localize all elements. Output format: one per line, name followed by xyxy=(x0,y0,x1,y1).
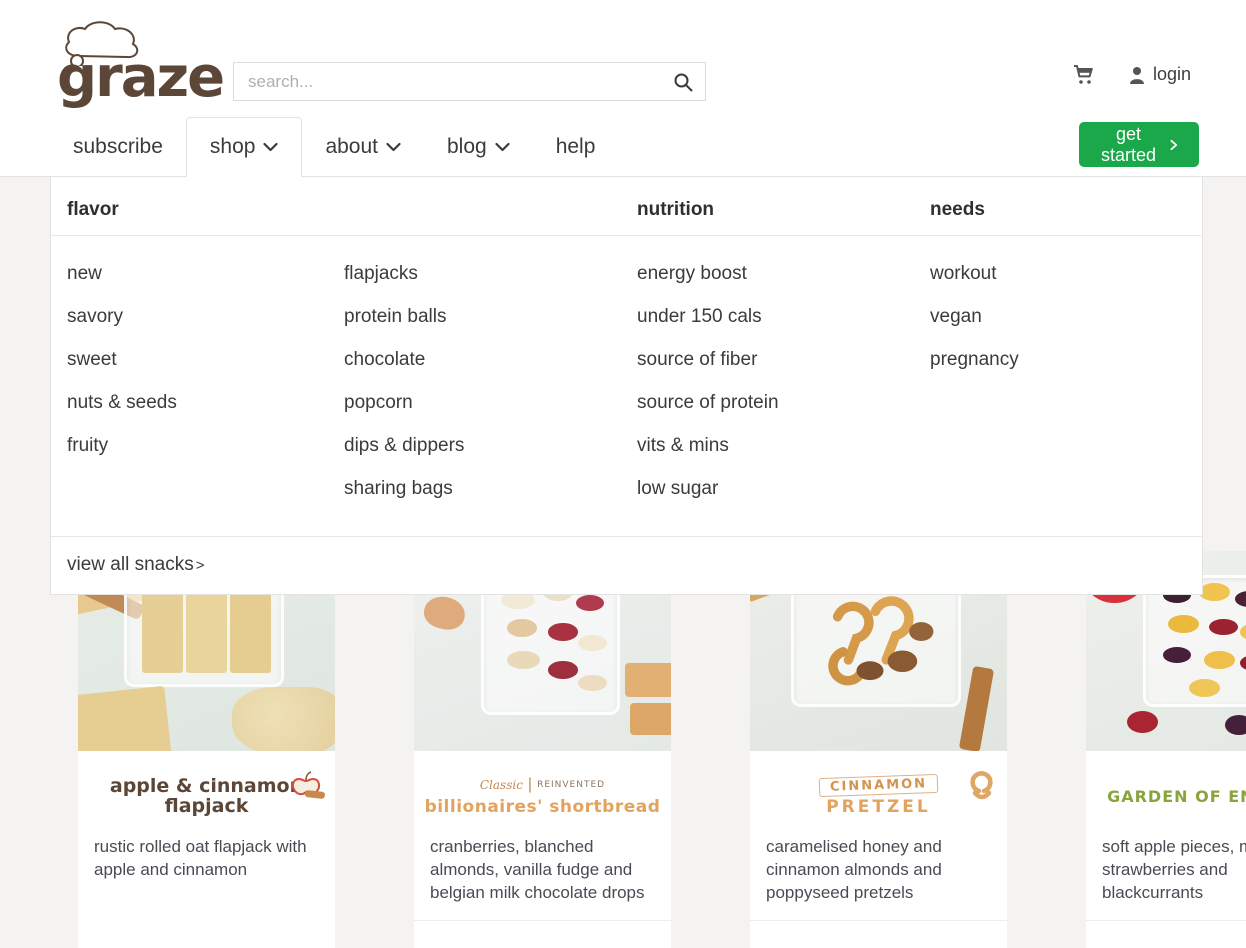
product-grid: apple & cinnamon flapjack rustic rolled … xyxy=(78,551,1246,948)
product-logo: apple & cinnamon flapjack xyxy=(78,765,335,827)
login-button[interactable]: login xyxy=(1129,64,1191,85)
product-logo: CINNAMON PRETZEL xyxy=(750,765,1007,827)
main-nav: subscribe shop about blog help xyxy=(0,117,1246,177)
mega-column-flavor-2: flapjacks protein balls chocolate popcor… xyxy=(344,252,637,510)
mega-link-new[interactable]: new xyxy=(67,252,344,295)
chevron-right-icon: > xyxy=(195,557,205,574)
product-logo-line1: GARDEN OF ENGLAND xyxy=(1107,786,1246,806)
nav-label-help: help xyxy=(555,135,596,158)
product-logo-line2: flapjack xyxy=(164,795,249,817)
product-card-footer xyxy=(750,920,1007,948)
nav-item-about[interactable]: about xyxy=(302,117,424,177)
brand-logo[interactable]: graze xyxy=(57,16,227,108)
mega-header-nutrition: nutrition xyxy=(637,199,715,220)
mega-link-fruity[interactable]: fruity xyxy=(67,424,344,467)
search-button[interactable] xyxy=(661,63,705,100)
shop-mega-menu: flavor nutrition needs new savory sweet … xyxy=(50,177,1203,595)
product-logo-line1: CINNAMON xyxy=(818,773,939,797)
mega-link-workout[interactable]: workout xyxy=(930,252,1188,295)
product-description: soft apple pieces, mini strawberries and… xyxy=(1102,837,1246,902)
pretzel-icon xyxy=(970,771,993,800)
mega-link-pregnancy[interactable]: pregnancy xyxy=(930,338,1188,381)
product-logo-line1: apple & cinnamon xyxy=(109,775,304,797)
mega-link-dips-dippers[interactable]: dips & dippers xyxy=(344,424,637,467)
product-logo-line2: billionaires' shortbread xyxy=(424,796,661,817)
shopping-cart-icon xyxy=(1073,64,1093,84)
nav-label-about: about xyxy=(325,135,378,158)
pretzel-shapes-icon xyxy=(828,596,934,686)
account-row: login xyxy=(1073,64,1191,85)
nav-item-subscribe[interactable]: subscribe xyxy=(50,117,186,177)
nav-item-shop[interactable]: shop xyxy=(185,117,303,177)
nav-item-help[interactable]: help xyxy=(533,117,619,177)
mega-link-low-sugar[interactable]: low sugar xyxy=(637,467,930,510)
mega-column-needs: workout vegan pregnancy xyxy=(930,252,1188,510)
mega-link-source-of-protein[interactable]: source of protein xyxy=(637,381,930,424)
product-card[interactable]: apple & cinnamon flapjack rustic rolled … xyxy=(78,551,335,948)
mega-link-vegan[interactable]: vegan xyxy=(930,295,1188,338)
search-icon xyxy=(674,73,693,91)
product-logo-kicker-right: REINVENTED xyxy=(537,779,606,790)
mega-link-popcorn[interactable]: popcorn xyxy=(344,381,637,424)
mega-link-vits-mins[interactable]: vits & mins xyxy=(637,424,930,467)
product-card-footer xyxy=(414,920,671,948)
mega-link-nuts-seeds[interactable]: nuts & seeds xyxy=(67,381,344,424)
search-input[interactable] xyxy=(234,63,661,100)
user-icon xyxy=(1129,66,1144,84)
nav-label-blog: blog xyxy=(447,135,487,158)
product-description: caramelised honey and cinnamon almonds a… xyxy=(766,837,942,902)
mega-menu-columns: new savory sweet nuts & seeds fruity fla… xyxy=(51,236,1202,536)
search-box[interactable] xyxy=(233,62,706,101)
mega-link-savory[interactable]: savory xyxy=(67,295,344,338)
mega-link-energy-boost[interactable]: energy boost xyxy=(637,252,930,295)
mega-column-nutrition: energy boost under 150 cals source of fi… xyxy=(637,252,930,510)
mega-link-protein-balls[interactable]: protein balls xyxy=(344,295,637,338)
mega-link-sweet[interactable]: sweet xyxy=(67,338,344,381)
get-started-label: get started xyxy=(1100,123,1156,165)
product-description: rustic rolled oat flapjack with apple an… xyxy=(94,837,307,879)
chevron-down-icon xyxy=(386,142,401,152)
chevron-down-icon xyxy=(263,142,279,152)
mega-link-chocolate[interactable]: chocolate xyxy=(344,338,637,381)
product-description: cranberries, blanched almonds, vanilla f… xyxy=(430,837,645,902)
nav-label-subscribe: subscribe xyxy=(73,135,163,158)
mega-header-needs: needs xyxy=(930,199,985,220)
product-logo: GARDEN OF ENGLAND xyxy=(1086,765,1246,827)
mega-menu-headers: flavor nutrition needs xyxy=(51,177,1202,236)
mega-link-flapjacks[interactable]: flapjacks xyxy=(344,252,637,295)
get-started-button[interactable]: get started xyxy=(1078,122,1199,167)
product-card[interactable]: Classic | REINVENTED billionaires' short… xyxy=(414,551,671,948)
product-logo-line2: PRETZEL xyxy=(826,796,931,817)
product-logo: Classic | REINVENTED billionaires' short… xyxy=(424,775,661,817)
view-all-snacks-link[interactable]: view all snacks > xyxy=(67,554,204,575)
login-label: login xyxy=(1152,64,1191,84)
brand-wordmark: graze xyxy=(57,45,225,110)
cart-button[interactable] xyxy=(1073,64,1095,85)
product-card[interactable]: GARDEN OF ENGLAND soft apple pieces, min… xyxy=(1086,551,1246,948)
product-logo-kicker-left: Classic xyxy=(479,777,523,792)
mega-header-flavor: flavor xyxy=(67,199,119,220)
mega-link-sharing-bags[interactable]: sharing bags xyxy=(344,467,637,510)
site-header: graze search... login get started xyxy=(0,0,1246,167)
mega-column-flavor-1: new savory sweet nuts & seeds fruity xyxy=(51,252,344,510)
mega-link-under-150-cals[interactable]: under 150 cals xyxy=(637,295,930,338)
mega-link-source-of-fiber[interactable]: source of fiber xyxy=(637,338,930,381)
view-all-snacks-label: view all snacks xyxy=(67,554,194,575)
chevron-down-icon xyxy=(495,142,510,152)
product-card-footer xyxy=(1086,920,1246,948)
mega-menu-footer: view all snacks > xyxy=(51,536,1202,594)
product-card[interactable]: CINNAMON PRETZEL caramelised honey and c… xyxy=(750,551,1007,948)
nav-item-blog[interactable]: blog xyxy=(424,117,533,177)
apple-cinnamon-icon xyxy=(291,771,325,799)
nav-label-shop: shop xyxy=(209,135,256,158)
chevron-right-icon xyxy=(1170,139,1178,150)
